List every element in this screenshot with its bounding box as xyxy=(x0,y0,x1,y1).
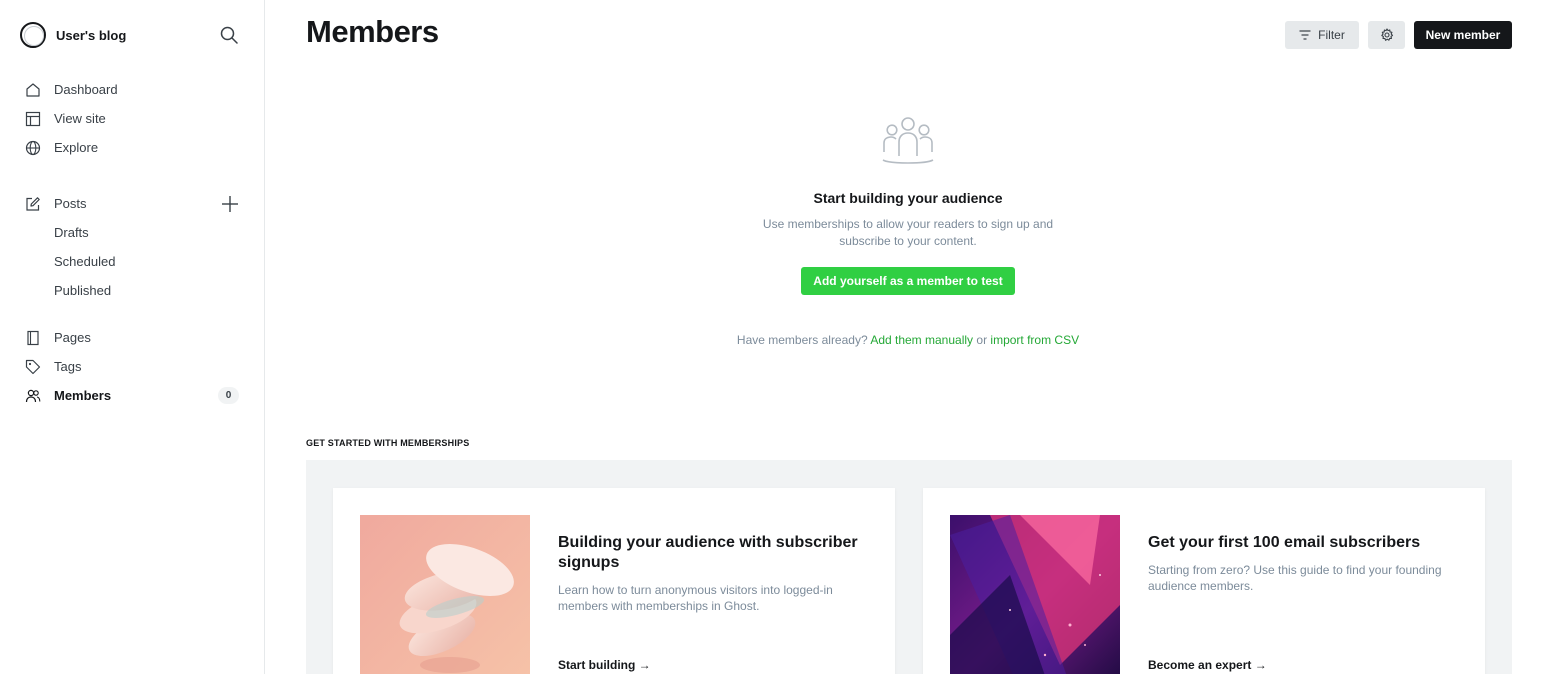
guide-card-subscriber-signups[interactable]: Building your audience with subscriber s… xyxy=(333,488,895,674)
empty-state: Start building your audience Use members… xyxy=(265,112,1551,347)
audience-icon xyxy=(880,112,936,168)
home-icon xyxy=(25,82,41,98)
start-building-link[interactable]: Start building → xyxy=(558,658,651,672)
sidebar-item-explore[interactable]: Explore xyxy=(0,133,265,162)
search-icon xyxy=(220,26,238,44)
members-count-badge: 0 xyxy=(218,387,239,404)
page-icon xyxy=(25,330,41,346)
sidebar-item-label: Tags xyxy=(54,359,82,374)
have-members-text: Have members already? xyxy=(736,333,868,347)
sidebar-item-label: View site xyxy=(54,111,106,126)
guide-card-first-100-subscribers[interactable]: Get your first 100 email subscribers Sta… xyxy=(923,488,1485,674)
site-name: User's blog xyxy=(56,27,127,43)
search-button[interactable] xyxy=(218,24,240,46)
primary-nav: Dashboard View site Explore xyxy=(0,75,265,162)
sidebar-item-label: Scheduled xyxy=(54,254,116,269)
get-started-heading: GET STARTED WITH MEMBERSHIPS xyxy=(306,438,470,448)
have-members-line: Have members already? Add them manually … xyxy=(265,333,1551,347)
sidebar-item-pages[interactable]: Pages xyxy=(0,323,265,352)
empty-state-title: Start building your audience xyxy=(813,190,1003,206)
sidebar-item-label: Posts xyxy=(54,196,87,211)
edit-icon xyxy=(25,196,41,212)
sidebar-item-tags[interactable]: Tags xyxy=(0,352,265,381)
sidebar-item-scheduled[interactable]: Scheduled xyxy=(0,247,265,276)
sidebar-item-label: Drafts xyxy=(54,225,89,240)
gear-icon xyxy=(1380,28,1393,41)
globe-icon xyxy=(25,140,41,156)
sidebar-item-posts[interactable]: Posts xyxy=(0,189,265,218)
new-member-button[interactable]: New member xyxy=(1414,21,1512,49)
empty-state-description: Use memberships to allow your readers to… xyxy=(762,217,1054,248)
new-post-button[interactable] xyxy=(221,195,239,213)
posts-nav: Posts Drafts Scheduled Published xyxy=(0,189,265,305)
become-expert-link[interactable]: Become an expert → xyxy=(1148,658,1267,672)
plus-icon xyxy=(222,196,238,212)
sidebar-item-view-site[interactable]: View site xyxy=(0,104,265,133)
import-csv-link[interactable]: import from CSV xyxy=(990,333,1079,347)
sidebar-item-label: Published xyxy=(54,283,112,298)
sidebar-item-label: Explore xyxy=(54,140,99,155)
guide-card-title: Building your audience with subscriber s… xyxy=(558,534,858,571)
site-brand[interactable]: User's blog xyxy=(20,21,126,49)
guide-card-description: Starting from zero? Use this guide to fi… xyxy=(1148,563,1442,593)
page-title: Members xyxy=(306,14,439,49)
members-icon xyxy=(25,388,41,404)
layout-icon xyxy=(25,111,41,127)
add-manually-link[interactable]: Add them manually xyxy=(870,333,973,347)
sidebar-item-dashboard[interactable]: Dashboard xyxy=(0,75,265,104)
filter-button[interactable]: Filter xyxy=(1285,21,1359,49)
sidebar-item-published[interactable]: Published xyxy=(0,276,265,305)
sidebar-item-drafts[interactable]: Drafts xyxy=(0,218,265,247)
get-started-cards: Building your audience with subscriber s… xyxy=(306,460,1512,674)
sidebar: User's blog Dashboard View site Explore … xyxy=(0,0,265,674)
guide-card-description: Learn how to turn anonymous visitors int… xyxy=(558,583,833,613)
sidebar-item-label: Pages xyxy=(54,330,91,345)
filter-label: Filter xyxy=(1318,28,1345,42)
sidebar-item-members[interactable]: Members 0 xyxy=(0,381,265,410)
main-content: Members Filter New member Start building… xyxy=(265,0,1551,674)
site-logo-icon xyxy=(20,22,46,48)
sidebar-item-label: Members xyxy=(54,388,112,403)
guide-card-title: Get your first 100 email subscribers xyxy=(1148,534,1421,551)
filter-icon xyxy=(1299,30,1311,40)
add-yourself-button[interactable]: Add yourself as a member to test xyxy=(801,267,1015,295)
tag-icon xyxy=(25,359,41,375)
guide-card-image xyxy=(360,515,530,674)
settings-button[interactable] xyxy=(1368,21,1405,49)
secondary-nav: Pages Tags Members 0 xyxy=(0,323,265,410)
sidebar-item-label: Dashboard xyxy=(54,82,118,97)
guide-card-image xyxy=(950,515,1120,674)
or-text: or xyxy=(976,333,988,347)
